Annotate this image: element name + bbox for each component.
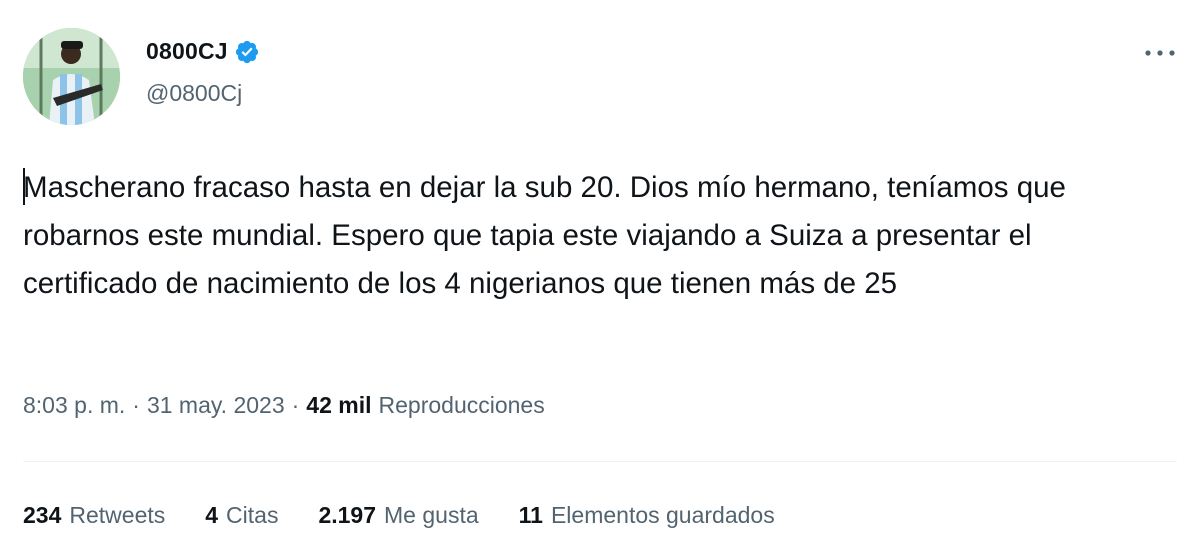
- likes-count: 2.197: [318, 502, 377, 528]
- divider: [23, 461, 1177, 462]
- tweet-date[interactable]: 31 may. 2023: [147, 392, 285, 419]
- author-name-row: 0800CJ: [146, 38, 260, 65]
- tweet-time[interactable]: 8:03 p. m.: [23, 392, 125, 419]
- likes-stat[interactable]: 2.197 Me gusta: [318, 502, 478, 529]
- quotes-stat[interactable]: 4 Citas: [205, 502, 278, 529]
- more-options-button[interactable]: [1140, 38, 1180, 68]
- bookmarks-count: 11: [518, 502, 543, 528]
- author-handle[interactable]: @0800Cj: [146, 80, 242, 107]
- retweets-count: 234: [23, 502, 62, 528]
- tweet-metadata: 8:03 p. m. · 31 may. 2023 · 42 mil Repro…: [23, 392, 545, 419]
- more-horizontal-icon: [1145, 50, 1175, 56]
- verified-badge-icon[interactable]: [234, 39, 260, 65]
- retweets-stat[interactable]: 234 Retweets: [23, 502, 165, 529]
- quotes-count: 4: [205, 502, 219, 528]
- separator-dot: ·: [132, 392, 140, 418]
- likes-label: Me gusta: [384, 502, 479, 528]
- separator-dot: ·: [291, 392, 300, 418]
- bookmarks-label: Elementos guardados: [550, 502, 775, 528]
- quotes-label: Citas: [226, 502, 279, 528]
- avatar[interactable]: [23, 28, 120, 125]
- author-display-name[interactable]: 0800CJ: [146, 38, 228, 65]
- engagement-stats: 234 Retweets 4 Citas 2.197 Me gusta 11 E…: [23, 502, 815, 529]
- avatar-image: [23, 28, 120, 125]
- tweet-text: Mascherano fracaso hasta en dejar la sub…: [23, 171, 1066, 300]
- views-label[interactable]: Reproducciones: [379, 392, 545, 419]
- retweets-label: Retweets: [69, 502, 166, 528]
- bookmarks-stat[interactable]: 11 Elementos guardados: [519, 502, 775, 529]
- views-count[interactable]: 42 mil: [306, 392, 371, 419]
- tweet-card: 0800CJ @0800Cj Mascherano fracaso hasta …: [0, 0, 1200, 557]
